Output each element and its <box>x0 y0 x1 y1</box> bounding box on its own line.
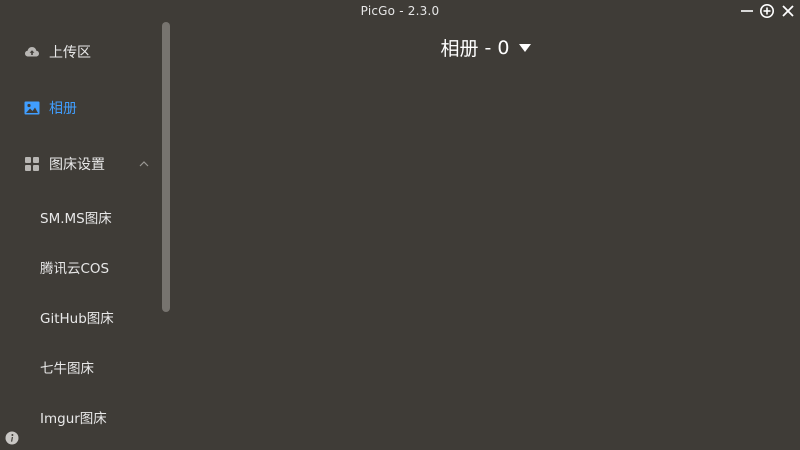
sidebar-scrollbar[interactable] <box>162 22 170 312</box>
sidebar-subitem-label: GitHub图床 <box>40 311 114 327</box>
sidebar-subitem-label: 腾讯云COS <box>40 261 110 277</box>
maximize-button[interactable] <box>759 3 775 19</box>
info-icon <box>5 431 19 445</box>
sidebar-subitem-label: SM.MS图床 <box>40 211 112 227</box>
sidebar-subitem-tencent-cos[interactable]: 腾讯云COS <box>0 247 160 287</box>
sidebar-subitem-smms[interactable]: SM.MS图床 <box>0 197 160 237</box>
window-title: PicGo - 2.3.0 <box>360 4 440 18</box>
sidebar-subitem-label: 七牛图床 <box>40 361 94 377</box>
album-title: 相册 <box>440 38 479 60</box>
picgo-window: PicGo - 2.3.0 上传区 相册 图床设置 SM.MS图床 腾讯云COS… <box>0 0 800 450</box>
close-button[interactable] <box>780 3 796 19</box>
title-bar: PicGo - 2.3.0 <box>0 0 800 22</box>
grid-icon <box>24 156 40 172</box>
album-count: 0 <box>497 36 510 59</box>
sidebar-subitem-qiniu[interactable]: 七牛图床 <box>0 347 160 387</box>
plus-circle-icon <box>760 4 774 18</box>
album-header: 相册 - 0 <box>172 34 800 61</box>
caret-down-icon <box>519 43 532 53</box>
main-panel: 相册 - 0 <box>172 22 800 450</box>
sidebar-item-album[interactable]: 相册 <box>0 88 160 128</box>
minimize-button[interactable] <box>739 3 755 19</box>
sidebar: 上传区 相册 图床设置 SM.MS图床 腾讯云COS GitHub图床 七牛图床… <box>0 22 170 450</box>
sidebar-item-upload[interactable]: 上传区 <box>0 32 160 72</box>
sidebar-subitem-label: Imgur图床 <box>40 411 107 427</box>
minimize-icon <box>741 10 753 12</box>
info-button[interactable] <box>5 431 19 445</box>
album-separator: - <box>484 36 492 59</box>
close-icon <box>782 5 794 17</box>
sidebar-item-label: 图床设置 <box>49 157 105 173</box>
sidebar-item-label: 相册 <box>49 101 77 117</box>
chevron-up-icon <box>138 158 150 170</box>
sidebar-item-label: 上传区 <box>49 45 91 61</box>
album-dropdown[interactable]: 相册 - 0 <box>441 34 532 61</box>
image-icon <box>24 100 40 116</box>
cloud-upload-icon <box>24 44 40 60</box>
sidebar-item-picbed-settings[interactable]: 图床设置 <box>0 144 160 184</box>
sidebar-subitem-imgur[interactable]: Imgur图床 <box>0 397 160 437</box>
sidebar-subitem-github[interactable]: GitHub图床 <box>0 297 160 337</box>
